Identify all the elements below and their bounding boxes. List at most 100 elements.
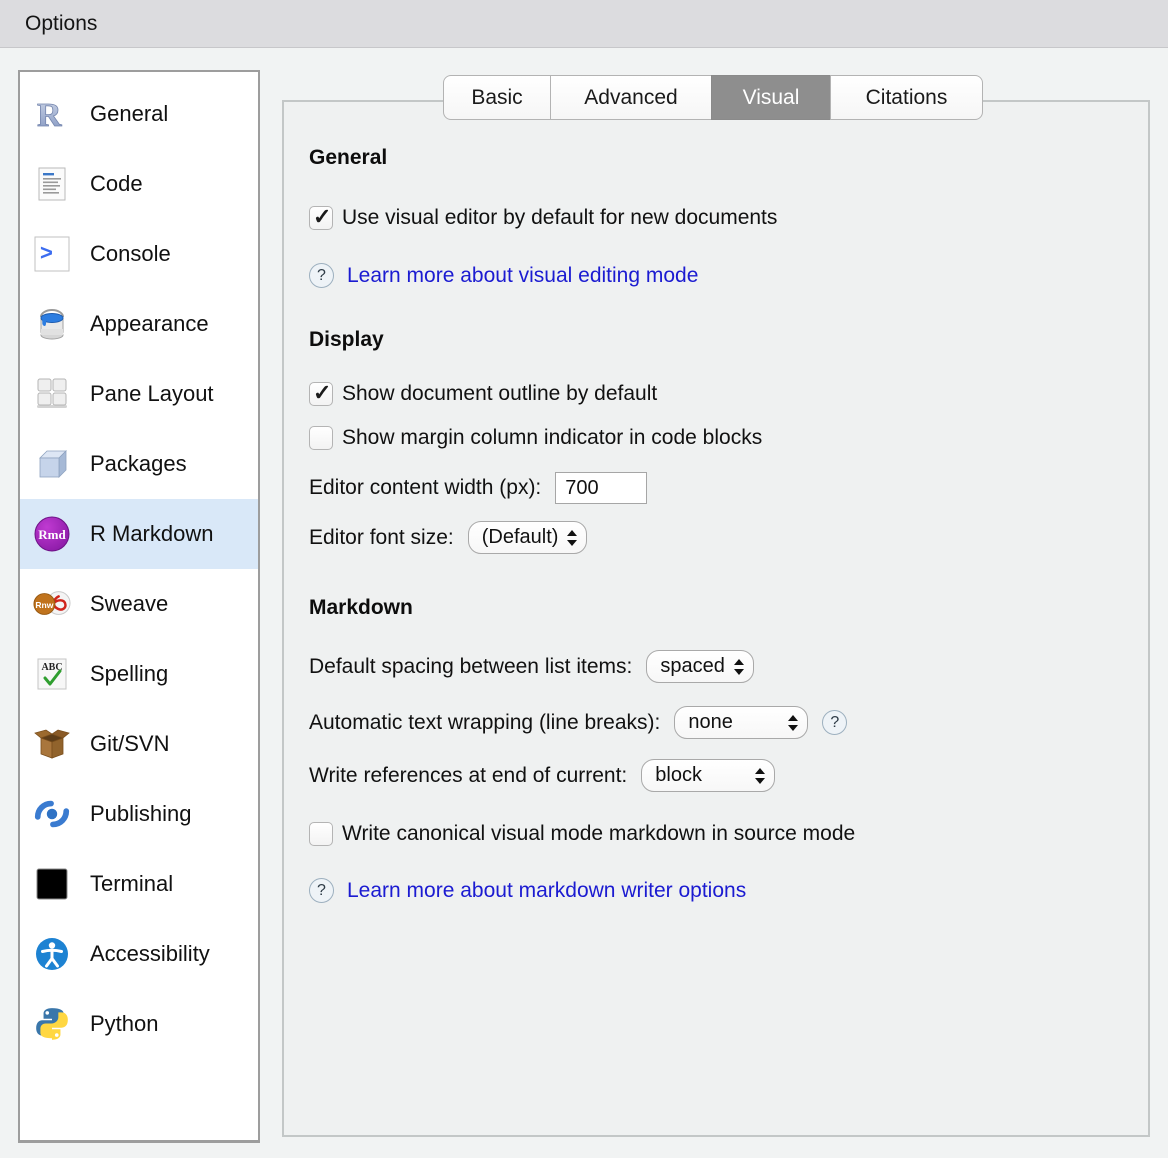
svg-text:Rmd: Rmd [38,527,66,542]
sidebar-item-appearance[interactable]: Appearance [20,289,258,359]
sidebar-item-general[interactable]: R General [20,79,258,149]
sidebar-item-label: General [90,101,168,127]
text-wrapping-row: Automatic text wrapping (line breaks): n… [309,706,1148,739]
sidebar-item-label: Git/SVN [90,731,169,757]
tab-label: Visual [743,86,800,110]
sidebar-item-git-svn[interactable]: Git/SVN [20,709,258,779]
sidebar-item-label: Publishing [90,801,192,827]
sidebar-item-label: Terminal [90,871,173,897]
editor-font-size-label: Editor font size: [309,526,454,550]
learn-markdown-writer-row: ? Learn more about markdown writer optio… [309,878,1148,903]
options-content-panel: General Use visual editor by default for… [282,100,1150,1137]
tab-label: Basic [471,86,522,110]
section-heading-display: Display [309,328,1148,352]
tab-basic[interactable]: Basic [443,75,551,120]
sidebar-item-label: Accessibility [90,941,210,967]
show-outline-checkbox[interactable] [309,382,333,406]
svg-text:>: > [40,240,53,265]
show-margin-checkbox[interactable] [309,426,333,450]
tab-advanced[interactable]: Advanced [550,75,712,120]
show-margin-label: Show margin column indicator in code blo… [342,426,762,450]
editor-content-width-row: Editor content width (px): [309,472,1148,504]
options-category-sidebar: R General Code > Console [18,70,260,1143]
tab-visual[interactable]: Visual [711,75,831,120]
svg-text:Rnw: Rnw [35,600,53,610]
use-visual-editor-row: Use visual editor by default for new doc… [309,206,1148,230]
canonical-markdown-row: Write canonical visual mode markdown in … [309,822,1148,846]
pane-grid-icon [33,375,71,413]
editor-font-size-row: Editor font size: (Default) [309,521,1148,554]
spellcheck-icon: ABC [33,655,71,693]
use-visual-editor-checkbox[interactable] [309,206,333,230]
sidebar-item-label: Sweave [90,591,168,617]
sidebar-item-label: Packages [90,451,187,477]
text-wrapping-label: Automatic text wrapping (line breaks): [309,711,660,735]
stepper-arrows-icon [734,659,744,675]
write-references-value: block [655,764,702,787]
sweave-icon: Rnw [33,585,71,623]
package-cube-icon [33,445,71,483]
settings-tabbar: Basic Advanced Visual Citations [443,75,983,120]
sidebar-item-label: Python [90,1011,159,1037]
sidebar-item-r-markdown[interactable]: Rmd R Markdown [20,499,258,569]
list-spacing-row: Default spacing between list items: spac… [309,650,1148,683]
console-prompt-icon: > [33,235,71,273]
show-outline-label: Show document outline by default [342,382,657,406]
publishing-connect-icon [33,795,71,833]
paint-bucket-icon [33,305,71,343]
sidebar-item-sweave[interactable]: Rnw Sweave [20,569,258,639]
write-references-label: Write references at end of current: [309,764,627,788]
tab-label: Advanced [584,86,677,110]
sidebar-item-console[interactable]: > Console [20,219,258,289]
sidebar-item-spelling[interactable]: ABC Spelling [20,639,258,709]
editor-content-width-label: Editor content width (px): [309,476,541,500]
help-icon[interactable]: ? [309,263,334,288]
sidebar-item-packages[interactable]: Packages [20,429,258,499]
list-spacing-select[interactable]: spaced [646,650,754,683]
sidebar-item-label: Code [90,171,143,197]
stepper-arrows-icon [567,530,577,546]
sidebar-item-label: Spelling [90,661,168,687]
sidebar-item-label: R Markdown [90,521,213,547]
code-document-icon [33,165,71,203]
editor-font-size-value: (Default) [482,526,559,549]
tab-citations[interactable]: Citations [830,75,983,120]
canonical-markdown-label: Write canonical visual mode markdown in … [342,822,855,846]
stepper-arrows-icon [755,768,765,784]
rmarkdown-icon: Rmd [33,515,71,553]
stepper-arrows-icon [788,715,798,731]
learn-visual-editing-link[interactable]: Learn more about visual editing mode [347,264,698,288]
use-visual-editor-label: Use visual editor by default for new doc… [342,206,777,230]
tab-label: Citations [866,86,948,110]
section-heading-markdown: Markdown [309,596,1148,620]
sidebar-item-accessibility[interactable]: Accessibility [20,919,258,989]
write-references-select[interactable]: block [641,759,775,792]
help-icon[interactable]: ? [822,710,847,735]
sidebar-item-label: Appearance [90,311,209,337]
sidebar-item-python[interactable]: Python [20,989,258,1059]
sidebar-item-publishing[interactable]: Publishing [20,779,258,849]
accessibility-icon [33,935,71,973]
list-spacing-label: Default spacing between list items: [309,655,632,679]
section-heading-general: General [309,146,1148,170]
git-svn-box-icon [33,725,71,763]
show-margin-row: Show margin column indicator in code blo… [309,426,1148,450]
sidebar-item-terminal[interactable]: Terminal [20,849,258,919]
python-icon [33,1005,71,1043]
text-wrapping-value: none [688,711,733,734]
show-outline-row: Show document outline by default [309,382,1148,406]
learn-markdown-writer-link[interactable]: Learn more about markdown writer options [347,879,746,903]
editor-content-width-input[interactable] [555,472,647,504]
editor-font-size-select[interactable]: (Default) [468,521,588,554]
canonical-markdown-checkbox[interactable] [309,822,333,846]
window-title: Options [25,12,97,36]
text-wrapping-select[interactable]: none [674,706,808,739]
list-spacing-value: spaced [660,655,725,678]
window-titlebar: Options [0,0,1168,48]
write-references-row: Write references at end of current: bloc… [309,759,1148,792]
learn-visual-editing-row: ? Learn more about visual editing mode [309,263,1148,288]
sidebar-item-pane-layout[interactable]: Pane Layout [20,359,258,429]
sidebar-item-code[interactable]: Code [20,149,258,219]
help-icon[interactable]: ? [309,878,334,903]
svg-text:R: R [37,97,62,131]
